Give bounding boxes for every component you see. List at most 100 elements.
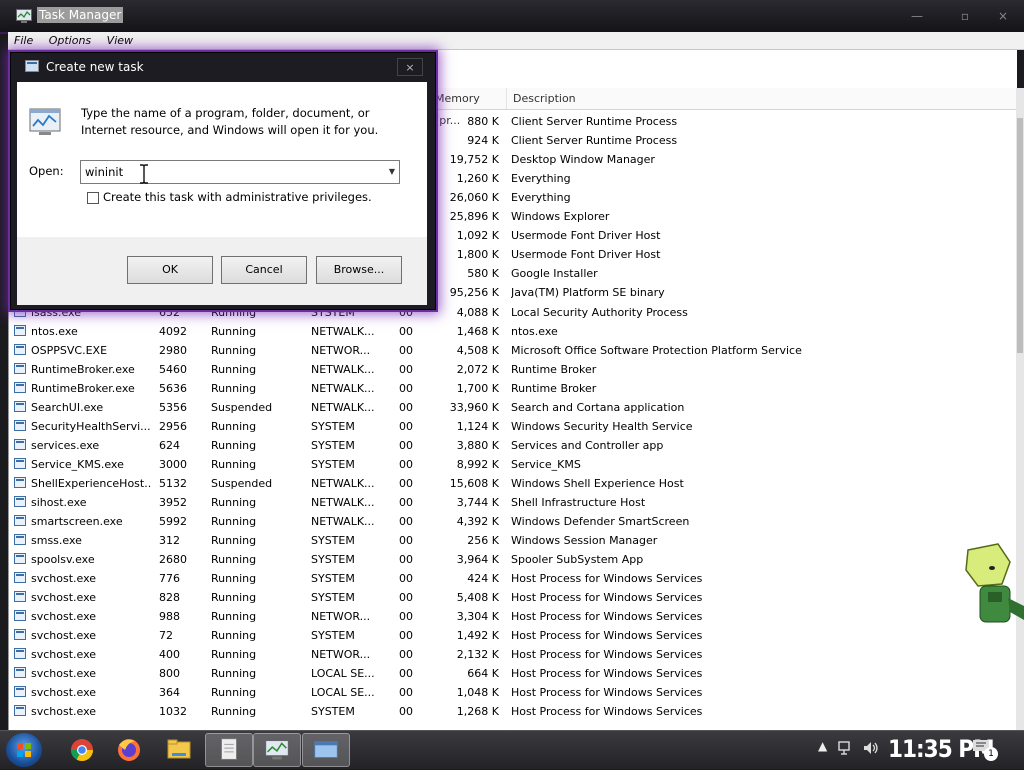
table-row[interactable]: RuntimeBroker.exe 5460 Running NETWALK... 00… xyxy=(9,360,1017,379)
table-row[interactable]: SearchUI.exe 5356 Suspended NETWALK... 00 33,… xyxy=(9,398,1017,417)
process-user: NETWALK... xyxy=(311,515,375,528)
process-description: Host Process for Windows Services xyxy=(511,705,703,718)
process-pid: 776 xyxy=(159,572,180,585)
task-manager-taskbar-icon[interactable] xyxy=(253,733,301,767)
process-status: Running xyxy=(211,363,257,376)
process-description: Windows Security Health Service xyxy=(511,420,693,433)
process-cpu: 00 xyxy=(399,344,413,357)
dialog-close-button[interactable]: × xyxy=(397,58,423,76)
process-pid: 4092 xyxy=(159,325,187,338)
process-user: NETWALK... xyxy=(311,496,375,509)
process-user: SYSTEM xyxy=(311,705,355,718)
process-memory: 256 K xyxy=(467,534,499,547)
process-status: Running xyxy=(211,420,257,433)
process-memory: 1,492 K xyxy=(456,629,499,642)
process-icon xyxy=(14,572,26,583)
table-row[interactable]: sihost.exe 3952 Running NETWALK... 00 3,744 K… xyxy=(9,493,1017,512)
process-memory: 33,960 K xyxy=(449,401,499,414)
table-row[interactable]: ntos.exe 4092 Running NETWALK... 00 1,468 K nt… xyxy=(9,322,1017,341)
process-icon xyxy=(14,591,26,602)
process-memory: 2,072 K xyxy=(456,363,499,376)
table-row[interactable]: svchost.exe 776 Running SYSTEM 00 424 K Host P… xyxy=(9,569,1017,588)
file-explorer-icon[interactable] xyxy=(155,733,203,767)
vertical-scrollbar[interactable] xyxy=(1016,88,1024,734)
process-name: SearchUI.exe xyxy=(31,401,104,414)
process-cpu: 00 xyxy=(399,534,413,547)
close-button[interactable]: × xyxy=(988,7,1018,25)
network-icon[interactable] xyxy=(838,740,854,756)
table-row[interactable]: svchost.exe 828 Running SYSTEM 00 5,408 K Host… xyxy=(9,588,1017,607)
process-status: Running xyxy=(211,629,257,642)
process-icon xyxy=(14,610,26,621)
table-row[interactable]: svchost.exe 364 Running LOCAL SE... 00 1,048 … xyxy=(9,683,1017,702)
ok-button[interactable]: OK xyxy=(127,256,213,284)
table-row[interactable]: spoolsv.exe 2680 Running SYSTEM 00 3,964 K Spo… xyxy=(9,550,1017,569)
table-row[interactable]: smartscreen.exe 5992 Running NETWALK... 00 4,… xyxy=(9,512,1017,531)
minimize-button[interactable]: — xyxy=(902,7,932,25)
table-row[interactable]: OSPPSVC.EXE 2980 Running NETWOR... 00 4,508 K… xyxy=(9,341,1017,360)
menu-view[interactable]: View xyxy=(101,32,139,49)
column-header-description[interactable]: Description xyxy=(507,88,1017,110)
process-status: Running xyxy=(211,610,257,623)
process-user: SYSTEM xyxy=(311,591,355,604)
process-cpu: 00 xyxy=(399,705,413,718)
start-orb-icon[interactable] xyxy=(6,733,42,767)
create-new-task-dialog[interactable]: Create new task × Type the name of a pro… xyxy=(10,52,436,310)
process-cpu: 00 xyxy=(399,686,413,699)
process-memory: 15,608 K xyxy=(449,477,499,490)
table-row[interactable]: smss.exe 312 Running SYSTEM 00 256 K Windows S… xyxy=(9,531,1017,550)
chrome-icon[interactable] xyxy=(58,733,106,767)
process-pid: 624 xyxy=(159,439,180,452)
process-name: OSPPSVC.EXE xyxy=(31,344,108,357)
table-row[interactable]: Service_KMS.exe 3000 Running SYSTEM 00 8,992 … xyxy=(9,455,1017,474)
chevron-down-icon[interactable]: ▼ xyxy=(389,165,395,179)
process-pid: 5460 xyxy=(159,363,187,376)
run-dialog-taskbar-icon[interactable] xyxy=(302,733,350,767)
chevron-up-icon[interactable]: ▲ xyxy=(818,739,827,753)
process-description: Host Process for Windows Services xyxy=(511,648,703,661)
table-row[interactable]: RuntimeBroker.exe 5636 Running NETWALK... 00… xyxy=(9,379,1017,398)
table-row[interactable]: svchost.exe 72 Running SYSTEM 00 1,492 K Host … xyxy=(9,626,1017,645)
open-input[interactable] xyxy=(85,164,375,180)
process-cpu: 00 xyxy=(399,325,413,338)
table-row[interactable]: svchost.exe 400 Running NETWOR... 00 2,132 K H… xyxy=(9,645,1017,664)
process-icon xyxy=(14,382,26,393)
process-icon xyxy=(14,325,26,336)
process-description: Host Process for Windows Services xyxy=(511,591,703,604)
menu-options[interactable]: Options xyxy=(43,32,97,49)
process-icon xyxy=(14,496,26,507)
table-row[interactable]: services.exe 624 Running SYSTEM 00 3,880 K Ser… xyxy=(9,436,1017,455)
windows-logo-icon xyxy=(17,743,31,757)
process-description: Windows Shell Experience Host xyxy=(511,477,684,490)
notepad-icon[interactable] xyxy=(205,733,253,767)
table-row[interactable]: svchost.exe 800 Running LOCAL SE... 00 664 K H… xyxy=(9,664,1017,683)
volume-icon[interactable] xyxy=(862,740,880,756)
open-combobox[interactable]: ▼ xyxy=(80,160,400,184)
run-program-icon xyxy=(29,108,61,135)
admin-privileges-checkbox[interactable] xyxy=(87,192,99,204)
process-description: Shell Infrastructure Host xyxy=(511,496,646,509)
maximize-button[interactable]: ▫ xyxy=(950,7,980,25)
process-name: RuntimeBroker.exe xyxy=(31,363,135,376)
process-status: Running xyxy=(211,344,257,357)
table-row[interactable]: svchost.exe 988 Running NETWOR... 00 3,304 K H… xyxy=(9,607,1017,626)
column-header-memory[interactable]: Memory (pr... xyxy=(429,88,507,127)
firefox-icon[interactable] xyxy=(105,733,153,767)
process-status: Running xyxy=(211,591,257,604)
taskmanager-titlebar[interactable]: Task Manager — ▫ × xyxy=(0,0,1024,34)
process-pid: 3000 xyxy=(159,458,187,471)
table-row[interactable]: svchost.exe 1032 Running SYSTEM 00 1,268 K Hos… xyxy=(9,702,1017,721)
scrollbar-thumb[interactable] xyxy=(1017,118,1023,353)
cancel-button[interactable]: Cancel xyxy=(221,256,307,284)
process-list: lsass.exe 652 Running SYSTEM 00 4,088 K Local … xyxy=(9,303,1017,721)
open-label: Open: xyxy=(29,164,64,178)
browse-button[interactable]: Browse... xyxy=(316,256,402,284)
process-memory: 2,132 K xyxy=(456,648,499,661)
table-row[interactable]: SecurityHealthServi... 2956 Running SYSTEM 0… xyxy=(9,417,1017,436)
menu-file[interactable]: File xyxy=(8,32,39,49)
table-row[interactable]: ShellExperienceHost... 5132 Suspended NETWA… xyxy=(9,474,1017,493)
process-pid: 2956 xyxy=(159,420,187,433)
dialog-titlebar[interactable]: Create new task × xyxy=(11,53,435,81)
process-name: svchost.exe xyxy=(31,667,97,680)
process-user: SYSTEM xyxy=(311,534,355,547)
